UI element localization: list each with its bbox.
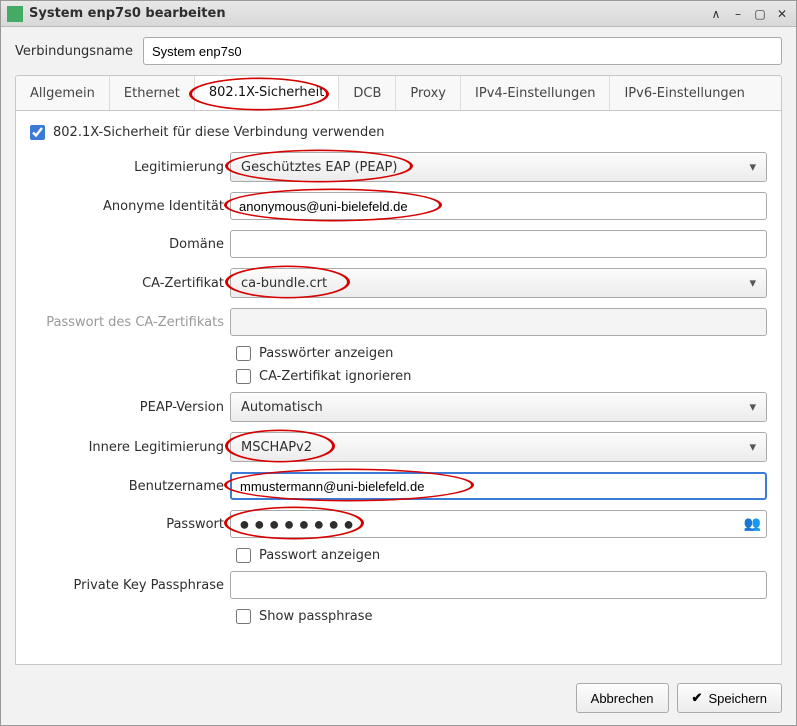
ignore-ca-label: CA-Zertifikat ignorieren [259,369,411,384]
tab-ipv6[interactable]: IPv6-Einstellungen [610,76,758,110]
connection-name-row: Verbindungsname [1,27,796,75]
peap-version-combo[interactable]: Automatisch [230,392,767,422]
maximize-icon[interactable]: ▢ [752,6,768,22]
username-input[interactable] [230,472,767,500]
window: System enp7s0 bearbeiten ∧ – ▢ ✕ Verbind… [0,0,797,726]
check-icon: ✔ [692,690,703,706]
anon-label: Anonyme Identität [30,199,230,214]
peap-version-label: PEAP-Version [30,400,230,415]
tabstrip: Allgemein Ethernet 802.1X-Sicherheit DCB… [15,75,782,111]
show-passwords-label: Passwörter anzeigen [259,346,393,361]
show-password-checkbox[interactable] [236,548,251,563]
connection-name-input[interactable] [143,37,782,65]
tab-ipv4[interactable]: IPv4-Einstellungen [461,76,610,110]
dialog-buttons: Abbrechen ✔ Speichern [1,675,796,725]
auth-combo[interactable]: Geschütztes EAP (PEAP) [230,152,767,182]
show-passwords-checkbox[interactable] [236,346,251,361]
rollup-icon[interactable]: ∧ [708,6,724,22]
inner-auth-label: Innere Legitimierung [30,440,230,455]
ca-cert-combo[interactable]: ca-bundle.crt [230,268,767,298]
tabpanel-8021x: 802.1X-Sicherheit für diese Verbindung v… [15,111,782,665]
tab-allgemein[interactable]: Allgemein [16,76,110,110]
window-title: System enp7s0 bearbeiten [29,6,226,21]
use-8021x-checkbox[interactable] [30,125,45,140]
tab-proxy[interactable]: Proxy [396,76,461,110]
show-password-label: Passwort anzeigen [259,548,380,563]
use-8021x-row: 802.1X-Sicherheit für diese Verbindung v… [30,125,767,140]
save-button[interactable]: ✔ Speichern [677,683,782,713]
tab-ethernet[interactable]: Ethernet [110,76,195,110]
use-8021x-label: 802.1X-Sicherheit für diese Verbindung v… [53,125,385,140]
ca-cert-label: CA-Zertifikat [30,276,230,291]
password-label: Passwort [30,517,230,532]
cancel-button[interactable]: Abbrechen [576,683,669,713]
ca-cert-pw-input [230,308,767,336]
titlebar: System enp7s0 bearbeiten ∧ – ▢ ✕ [1,1,796,27]
auth-label: Legitimierung [30,160,230,175]
username-label: Benutzername [30,479,230,494]
anon-identity-input[interactable] [230,192,767,220]
domain-label: Domäne [30,237,230,252]
close-icon[interactable]: ✕ [774,6,790,22]
domain-input[interactable] [230,230,767,258]
ignore-ca-checkbox[interactable] [236,369,251,384]
connection-name-label: Verbindungsname [15,44,133,59]
private-key-input[interactable] [230,571,767,599]
password-input[interactable]: ●●●●●●●● [230,510,767,538]
inner-auth-combo[interactable]: MSCHAPv2 [230,432,767,462]
tab-8021x-sicherheit[interactable]: 802.1X-Sicherheit [195,76,339,110]
private-key-label: Private Key Passphrase [30,578,230,593]
show-passphrase-checkbox[interactable] [236,609,251,624]
password-users-icon[interactable]: 👥 [744,516,761,532]
app-icon [7,6,23,22]
minimize-icon[interactable]: – [730,6,746,22]
tab-dcb[interactable]: DCB [339,76,396,110]
ca-cert-pw-label: Passwort des CA-Zertifikats [30,315,230,330]
show-passphrase-label: Show passphrase [259,609,373,624]
